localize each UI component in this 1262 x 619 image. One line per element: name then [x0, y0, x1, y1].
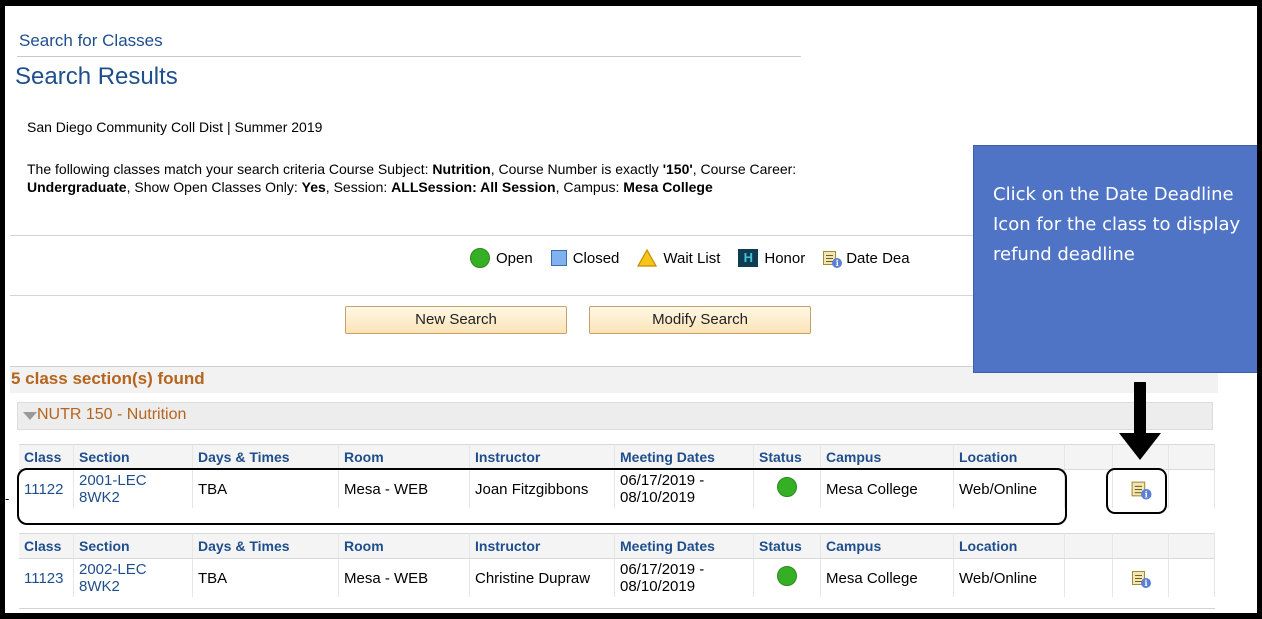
legend-wait-list: Wait List [637, 249, 720, 267]
legend-open: Open [470, 248, 533, 268]
criteria-text: , Session: [325, 179, 392, 195]
date-deadline-icon: i [823, 249, 843, 268]
new-search-button[interactable]: New Search [345, 306, 567, 334]
date-deadline-icon[interactable]: i [1132, 569, 1151, 589]
closed-status-icon [550, 250, 567, 266]
days-times: TBA [192, 558, 339, 597]
col-room: Room [338, 533, 470, 559]
blank-cell [1064, 558, 1113, 597]
criteria-open-only: Yes [301, 179, 326, 195]
honor-icon: H [738, 249, 759, 267]
col-days-times: Days & Times [192, 533, 339, 559]
pointer-arrow-head-icon [1119, 433, 1161, 460]
table-row: 11123 2002-LEC 8WK2 TBA Mesa - WEB Chris… [19, 558, 1215, 597]
open-status-icon [777, 566, 797, 586]
screenshot-frame: Search for Classes Search Results San Di… [0, 0, 1262, 619]
legend-honor: H Honor [738, 249, 805, 267]
col-room: Room [338, 444, 470, 470]
course-title: NUTR 150 - Nutrition [37, 406, 187, 423]
course-group-header[interactable] [17, 402, 1213, 430]
table-header-row: Class Section Days & Times Room Instruct… [19, 444, 1215, 470]
criteria-campus: Mesa College [623, 179, 713, 195]
divider [19, 608, 1215, 609]
table-header-row: Class Section Days & Times Room Instruct… [19, 533, 1215, 559]
section-link[interactable]: 2002-LEC 8WK2 [73, 558, 193, 597]
col-deadline [1112, 533, 1169, 559]
col-blank [1064, 533, 1113, 559]
criteria-career: Undergraduate [27, 179, 127, 195]
legend-closed-label: Closed [572, 249, 620, 267]
status-legend: Open Closed Wait List H Honor i Date Dea [470, 246, 928, 270]
criteria-text: The following classes match your search … [27, 161, 433, 177]
breadcrumb-search-for-classes[interactable]: Search for Classes [19, 31, 163, 51]
breadcrumb-divider [17, 56, 801, 57]
col-class: Class [19, 444, 74, 470]
col-section: Section [73, 533, 193, 559]
institution-term: San Diego Community Coll Dist | Summer 2… [27, 119, 323, 135]
criteria-text: , Campus: [555, 179, 624, 195]
col-instructor: Instructor [469, 533, 615, 559]
criteria-number: '150' [662, 161, 693, 177]
col-blank [1168, 533, 1215, 559]
col-class: Class [19, 533, 74, 559]
col-status: Status [753, 533, 821, 559]
status-cell [753, 558, 821, 597]
legend-closed: Closed [550, 249, 620, 267]
col-instructor: Instructor [469, 444, 615, 470]
search-criteria: The following classes match your search … [27, 160, 827, 196]
col-blank [1064, 444, 1113, 470]
class-table: Class Section Days & Times Room Instruct… [19, 533, 1215, 597]
blank-cell [1168, 469, 1215, 508]
legend-open-label: Open [496, 249, 533, 267]
instructor: Christine Dupraw [469, 558, 615, 597]
criteria-text: , Course Career: [692, 161, 797, 177]
criteria-text: , Show Open Classes Only: [126, 179, 302, 195]
meeting-dates: 06/17/2019 - 08/10/2019 [614, 558, 754, 597]
blank-cell [1168, 558, 1215, 597]
col-meeting-dates: Meeting Dates [614, 533, 754, 559]
col-section: Section [73, 444, 193, 470]
date-deadline-cell: i [1112, 558, 1169, 597]
col-blank [1168, 444, 1215, 470]
location: Web/Online [953, 558, 1065, 597]
col-campus: Campus [820, 533, 954, 559]
pointer-arrow-shaft [1134, 382, 1146, 434]
icon-highlight-outline [1106, 468, 1167, 514]
criteria-session: ALLSession: All Session [391, 179, 556, 195]
legend-date-label: Date Dea [846, 249, 910, 267]
room: Mesa - WEB [338, 558, 470, 597]
wait-list-icon [637, 249, 658, 267]
col-campus: Campus [820, 444, 954, 470]
col-meeting-dates: Meeting Dates [614, 444, 754, 470]
criteria-subject: Nutrition [432, 161, 491, 177]
col-status: Status [753, 444, 821, 470]
collapse-triangle-icon[interactable] [23, 412, 37, 420]
page-title: Search Results [15, 63, 178, 90]
col-location: Location [953, 533, 1065, 559]
margin-tick: - [5, 491, 10, 506]
open-status-icon [470, 248, 490, 268]
col-location: Location [953, 444, 1065, 470]
legend-honor-label: Honor [764, 249, 806, 267]
campus: Mesa College [820, 558, 954, 597]
class-number-link[interactable]: 11123 [19, 558, 74, 597]
legend-wait-label: Wait List [663, 249, 721, 267]
row-highlight-outline [17, 468, 1067, 525]
sections-found-count: 5 class section(s) found [11, 369, 205, 388]
instruction-callout: Click on the Date Deadline Icon for the … [973, 145, 1257, 373]
col-days-times: Days & Times [192, 444, 339, 470]
modify-search-button[interactable]: Modify Search [589, 306, 811, 334]
legend-date-deadline: i Date Dea [823, 249, 910, 268]
criteria-text: , Course Number is exactly [490, 161, 663, 177]
